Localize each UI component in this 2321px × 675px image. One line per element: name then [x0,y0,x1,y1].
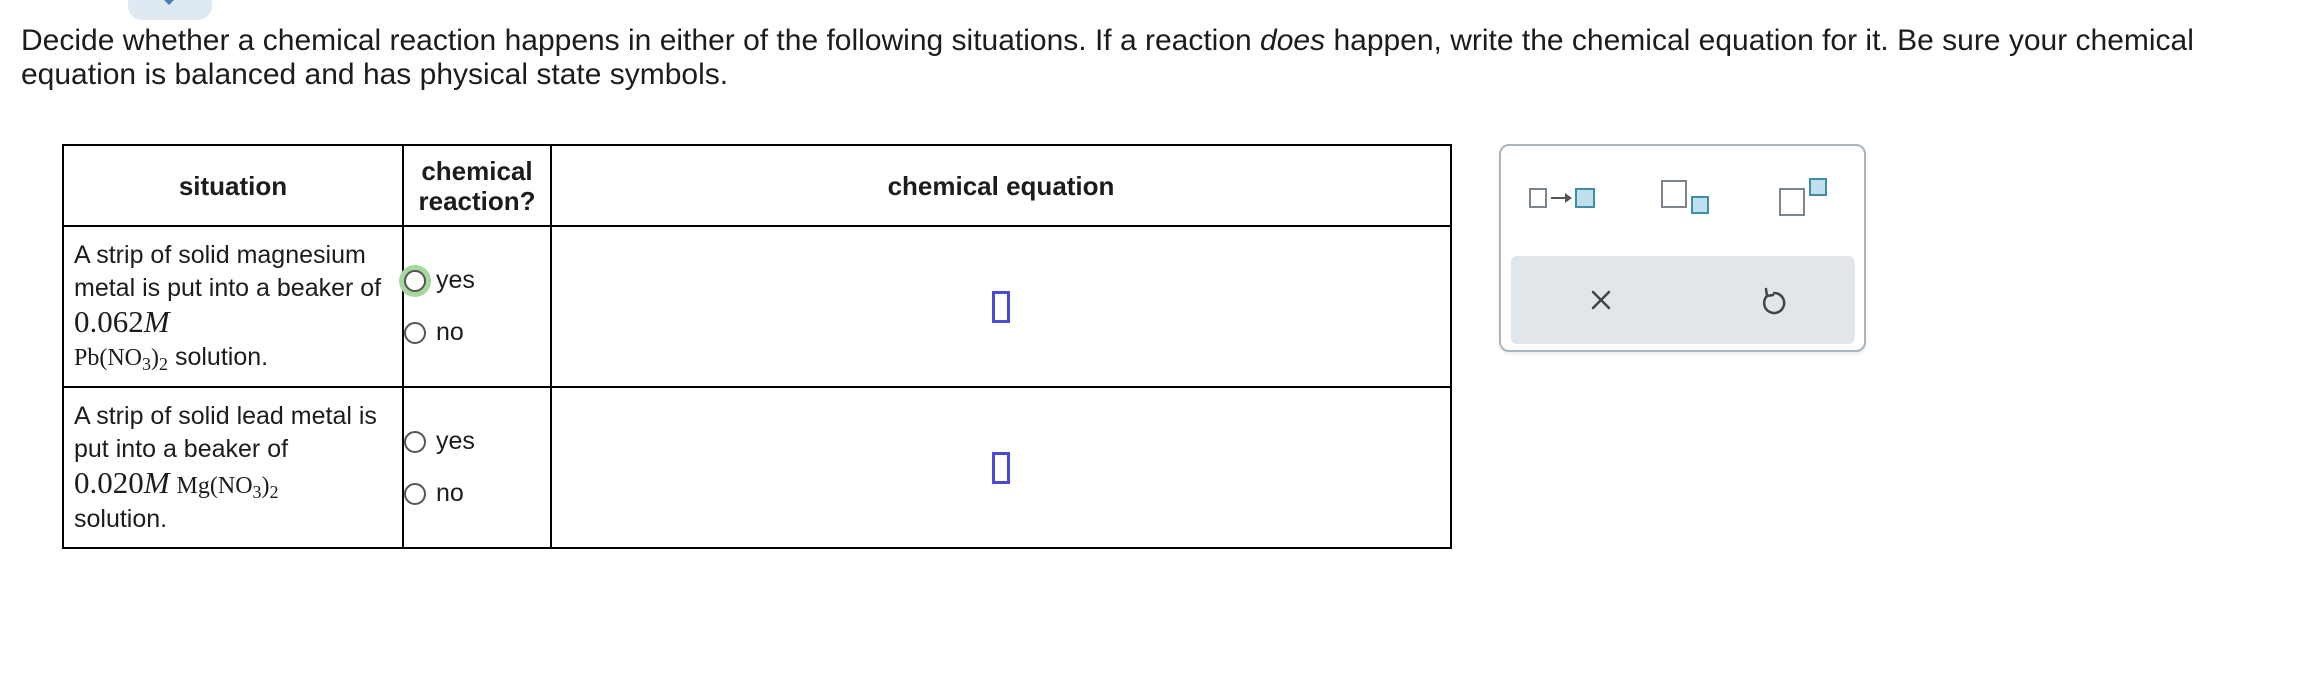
radio-wrap [399,317,431,349]
collapse-tab[interactable] [128,0,212,20]
radio-label-no: no [436,479,464,507]
formula-base: Pb(NO [74,344,143,371]
chemical-formula: Pb(NO3)2 [74,344,169,374]
radio-button[interactable] [404,269,426,292]
radio-button[interactable] [404,430,426,453]
situation-text: A strip of solid magnesium metal is put … [64,239,402,375]
header-chemical-equation: chemical equation [550,144,1452,227]
concentration-unit: M [143,464,170,500]
formula-subscript: 3 [252,481,262,502]
radio-option-yes[interactable]: yes [399,255,550,307]
header-reaction-line2: reaction? [418,185,536,216]
undo-button[interactable] [1753,280,1793,320]
concentration-value: 0.062 [74,303,144,339]
superscript-icon [1779,174,1835,218]
clear-icon [1591,290,1611,310]
table-row: A strip of solid magnesium metal is put … [62,225,1452,388]
table-header-row: situation chemical reaction? chemical equ… [62,144,1452,227]
formula-base: Mg(NO [176,472,253,499]
radio-option-no[interactable]: no [404,307,550,359]
reaction-arrow-button[interactable] [1529,182,1599,212]
equation-cell [550,225,1452,388]
formula-subscript: 2 [269,481,279,502]
formula-paren: ) [261,472,270,499]
situation-cell: A strip of solid lead metal is put into … [62,386,404,549]
palette-action-bar [1511,256,1855,344]
reaction-table: situation chemical reaction? chemical equ… [62,144,1452,549]
concentration: 0.020M [74,465,170,500]
situation-tail: solution. [74,504,168,533]
question-prompt: Decide whether a chemical reaction happe… [21,24,2291,92]
formula-paren: ) [151,344,160,371]
prompt-emphasis: does [1260,24,1326,57]
situation-cell: A strip of solid magnesium metal is put … [62,225,404,388]
chevron-down-icon [159,0,179,5]
equation-cell [550,386,1452,549]
situation-description: A strip of solid magnesium metal is put … [74,240,382,302]
clear-button[interactable] [1581,280,1621,320]
superscript-button[interactable] [1779,174,1835,218]
reaction-choice-cell: yes no [399,225,552,388]
situation-tail: solution. [168,342,269,371]
concentration-value: 0.020 [74,464,144,500]
concentration: 0.062M [74,304,170,339]
situation-text: A strip of solid lead metal is put into … [64,400,402,536]
radio-wrap [399,478,431,510]
concentration-unit: M [143,303,170,339]
reaction-choice-cell: yes no [402,386,552,549]
header-situation: situation [62,144,404,227]
radio-option-yes[interactable]: yes [404,416,550,468]
radio-focus-ring [399,264,431,297]
chemical-formula: Mg(NO3)2 [176,472,279,502]
radio-button[interactable] [404,321,426,344]
radio-label-no: no [436,318,464,346]
formula-subscript: 2 [159,353,169,374]
radio-option-no[interactable]: no [404,468,550,520]
equation-input-box[interactable] [992,451,1010,484]
situation-description: A strip of solid lead metal is put into … [74,401,377,463]
prompt-text-1: Decide whether a chemical reaction happe… [21,24,1261,57]
table-row: A strip of solid lead metal is put into … [62,386,1452,549]
equation-input-box[interactable] [992,290,1010,323]
radio-label-yes: yes [436,266,475,294]
reaction-arrow-icon [1529,182,1599,212]
formula-subscript: 3 [142,353,152,374]
header-reaction-line1: chemical [421,155,533,186]
undo-icon [1762,287,1786,315]
header-chemical-reaction: chemical reaction? [402,144,552,227]
equation-tool-palette [1499,144,1866,352]
radio-label-yes: yes [436,427,475,455]
subscript-icon [1661,176,1713,216]
radio-button[interactable] [404,482,426,505]
radio-wrap [399,426,431,458]
subscript-button[interactable] [1661,176,1713,216]
